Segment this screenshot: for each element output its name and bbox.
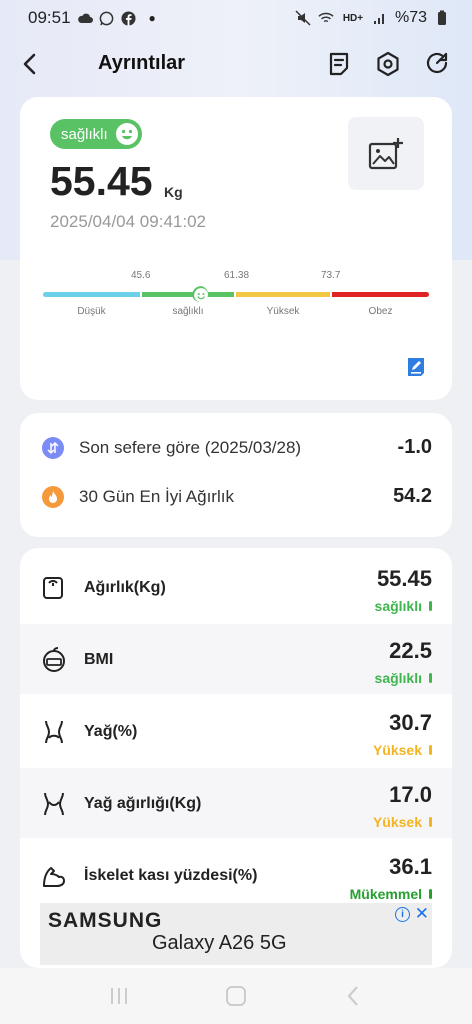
share-icon <box>426 52 448 74</box>
range-segment-obese <box>332 292 429 297</box>
hd-plus-icon: HD+ <box>342 12 364 24</box>
back-arrow-icon <box>23 53 36 75</box>
body-fat-icon <box>45 720 63 744</box>
metric-value: 17.0 <box>389 782 432 807</box>
metric-label: Yağ(%) <box>84 723 138 740</box>
metric-status-bar <box>429 817 432 827</box>
range-label: Obez <box>368 306 393 317</box>
metric-status: Mükemmel <box>349 886 422 902</box>
comparison-value: -1.0 <box>397 436 432 458</box>
ad-close-icon[interactable]: ✕ <box>415 904 429 924</box>
scale-tick: 61.38 <box>224 270 250 281</box>
signal-icon <box>372 10 388 26</box>
metric-row-fat-weight[interactable]: Yağ ağırlığı(Kg) 17.0 Yüksek <box>20 768 452 838</box>
range-segment-healthy <box>142 292 234 297</box>
recent-apps-button[interactable] <box>99 981 139 1011</box>
settings-icon <box>377 51 399 77</box>
comparison-label: Son sefere göre (2025/03/28) <box>79 437 302 457</box>
bmi-icon <box>43 647 65 672</box>
mute-icon <box>295 10 311 26</box>
metric-label: Yağ ağırlığı(Kg) <box>84 795 202 812</box>
metric-label: Ağırlık(Kg) <box>84 579 166 596</box>
status-badge-label: sağlıklı <box>61 125 108 143</box>
home-icon <box>225 986 246 1006</box>
metric-label: İskelet kası yüzdesi(%) <box>84 867 258 884</box>
metric-status: Yüksek <box>372 742 422 758</box>
metric-row-bmi[interactable]: BMI 22.5 sağlıklı <box>20 624 452 694</box>
back-button[interactable] <box>16 50 44 78</box>
metric-row-skeletal-muscle[interactable]: İskelet kası yüzdesi(%) 36.1 Mükemmel <box>20 840 452 910</box>
add-image-icon <box>368 137 403 169</box>
comparison-row: Son sefere göre (2025/03/28) -1.0 <box>42 436 432 459</box>
range-label: Düşük <box>77 306 106 317</box>
metric-status-bar <box>429 601 432 611</box>
measurement-datetime: 2025/04/04 09:41:02 <box>50 212 206 231</box>
edit-icon <box>408 358 424 376</box>
weight-value: 55.45 <box>50 158 153 204</box>
weight-unit: Kg <box>164 184 183 200</box>
comparison-value: 54.2 <box>393 485 432 507</box>
comparison-card <box>20 413 452 537</box>
metric-value: 36.1 <box>389 854 432 879</box>
share-button[interactable] <box>422 49 452 79</box>
whatsapp-icon <box>99 10 115 26</box>
metric-status: Yüksek <box>372 814 422 830</box>
recent-apps-icon <box>110 988 127 1004</box>
scale-tick: 45.6 <box>131 270 151 281</box>
ad-info-icon[interactable]: i <box>395 907 410 922</box>
home-button[interactable] <box>216 981 256 1011</box>
cloud-icon <box>77 10 93 26</box>
metric-row-weight[interactable]: Ağırlık(Kg) 55.45 sağlıklı <box>20 552 452 622</box>
scale-tick: 73.7 <box>321 270 341 281</box>
edit-button[interactable] <box>405 356 427 378</box>
range-segment-high <box>236 292 330 297</box>
metric-value: 55.45 <box>376 566 432 591</box>
notification-dot-icon: ● <box>148 11 156 25</box>
ad-brand: SAMSUNG <box>48 909 163 932</box>
metric-value: 30.7 <box>389 710 432 735</box>
muscle-icon <box>43 867 65 887</box>
metric-row-body-fat[interactable]: Yağ(%) 30.7 Yüksek <box>20 696 452 766</box>
status-bar: 09:51 ● HD+ %73 <box>0 0 472 36</box>
scale-icon <box>43 577 63 599</box>
battery-icon <box>434 10 450 26</box>
metric-status-bar <box>429 673 432 683</box>
metric-label: BMI <box>84 651 114 668</box>
system-back-icon <box>347 986 359 1006</box>
facebook-icon <box>121 10 137 26</box>
wifi-icon <box>318 10 334 26</box>
metric-status: sağlıklı <box>374 598 422 614</box>
status-time: 09:51 <box>28 8 71 27</box>
compare-icon <box>42 436 64 459</box>
add-photo-button[interactable] <box>348 117 424 190</box>
settings-button[interactable] <box>373 49 403 79</box>
metric-status: sağlıklı <box>374 670 422 686</box>
app-header: Ayrıntılar <box>0 40 472 88</box>
metric-value: 22.5 <box>389 638 432 663</box>
notes-icon <box>329 52 349 76</box>
range-label: Yüksek <box>266 306 300 317</box>
fire-icon <box>42 485 64 508</box>
system-back-button[interactable] <box>333 981 373 1011</box>
current-value-marker <box>192 286 208 302</box>
system-nav-bar <box>0 968 472 1024</box>
battery-level: %73 <box>394 9 427 26</box>
range-segment-low <box>43 292 140 297</box>
metric-status-bar <box>429 745 432 755</box>
ad-banner[interactable]: SAMSUNG Galaxy A26 5G i ✕ <box>40 903 432 965</box>
range-label: sağlıklı <box>172 306 204 317</box>
status-badge: sağlıklı <box>50 119 142 149</box>
comparison-label: 30 Gün En İyi Ağırlık <box>79 486 234 506</box>
metric-status-bar <box>429 889 432 899</box>
page-title: Ayrıntılar <box>98 52 186 74</box>
comparison-row: 30 Gün En İyi Ağırlık 54.2 <box>42 485 432 508</box>
notes-button[interactable] <box>324 49 354 79</box>
ad-product: Galaxy A26 5G <box>152 932 287 954</box>
fat-weight-icon <box>44 792 64 816</box>
smiley-icon <box>116 123 138 145</box>
